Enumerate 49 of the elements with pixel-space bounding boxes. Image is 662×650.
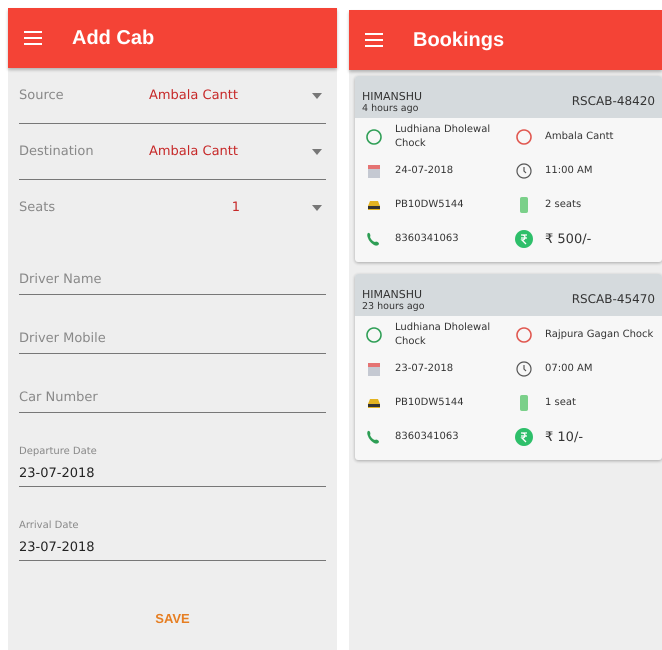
input-field[interactable]: Driver Mobile bbox=[19, 328, 326, 354]
fare-text: ₹ 500/- bbox=[545, 232, 592, 246]
source-text: Ludhiana Dholewal Chock bbox=[395, 321, 492, 349]
booking-card[interactable]: HIMANSHU 4 hours ago RSCAB-48420 Ludhiana Dholewal Chock Ambala Cantt 24-07-2018 11:00 AM PB10DW5144 2 seats 8360341063 ₹ 500/- bbox=[355, 76, 662, 262]
menu-icon[interactable] bbox=[24, 31, 42, 45]
clock-icon bbox=[515, 162, 533, 180]
time-ago: 23 hours ago bbox=[362, 301, 425, 312]
rupee-icon bbox=[515, 230, 533, 248]
booking-id: RSCAB-48420 bbox=[572, 94, 655, 110]
menu-icon[interactable] bbox=[365, 33, 383, 47]
circle-icon bbox=[515, 128, 533, 146]
time-text: 11:00 AM bbox=[545, 164, 592, 178]
calendar-icon bbox=[365, 162, 383, 180]
circle-icon bbox=[365, 326, 383, 344]
caret-icon bbox=[312, 92, 322, 98]
phone-number: 8360341063 bbox=[395, 232, 459, 246]
dropdown-field[interactable]: Seats 1 bbox=[19, 180, 326, 236]
destination-text: Ambala Cantt bbox=[545, 130, 614, 144]
dropdown-field[interactable]: Destination Ambala Cantt bbox=[19, 124, 326, 180]
input-field[interactable]: Driver Name bbox=[19, 269, 326, 295]
circle-icon bbox=[515, 326, 533, 344]
seats-text: 1 seat bbox=[545, 396, 576, 410]
source-text: Ludhiana Dholewal Chock bbox=[395, 123, 492, 151]
caret-icon bbox=[312, 204, 322, 210]
passenger-name: HIMANSHU bbox=[362, 288, 424, 301]
screen-title: Bookings bbox=[413, 28, 504, 52]
time-ago: 4 hours ago bbox=[362, 103, 420, 114]
clock-icon bbox=[515, 360, 533, 378]
date-text: 23-07-2018 bbox=[395, 362, 454, 376]
date-field[interactable]: Departure Date 23-07-2018 bbox=[19, 413, 326, 487]
date-field[interactable]: Arrival Date 23-07-2018 bbox=[19, 487, 326, 561]
booking-id: RSCAB-45470 bbox=[572, 292, 655, 308]
seats-text: 2 seats bbox=[545, 198, 582, 212]
screen-title: Add Cab bbox=[72, 26, 154, 50]
date-text: 24-07-2018 bbox=[395, 164, 454, 178]
phone-number: 8360341063 bbox=[395, 430, 459, 444]
passenger-name: HIMANSHU bbox=[362, 90, 422, 103]
dropdown-field[interactable]: Source Ambala Cantt bbox=[19, 68, 326, 124]
caret-icon bbox=[312, 148, 322, 154]
circle-icon bbox=[365, 128, 383, 146]
car-number: PB10DW5144 bbox=[395, 396, 464, 410]
rupee-icon bbox=[515, 428, 533, 446]
fare-text: ₹ 10/- bbox=[545, 430, 584, 444]
car-number: PB10DW5144 bbox=[395, 198, 464, 212]
calendar-icon bbox=[365, 360, 383, 378]
input-field[interactable]: Car Number bbox=[19, 387, 326, 413]
destination-text: Rajpura Gagan Chock bbox=[545, 328, 654, 342]
booking-card[interactable]: HIMANSHU 23 hours ago RSCAB-45470 Ludhiana Dholewal Chock Rajpura Gagan Chock 23-07-2018 07:00 AM PB10DW5144 1 seat 8360341063 ₹ 10/- bbox=[355, 274, 662, 460]
time-text: 07:00 AM bbox=[545, 362, 592, 376]
